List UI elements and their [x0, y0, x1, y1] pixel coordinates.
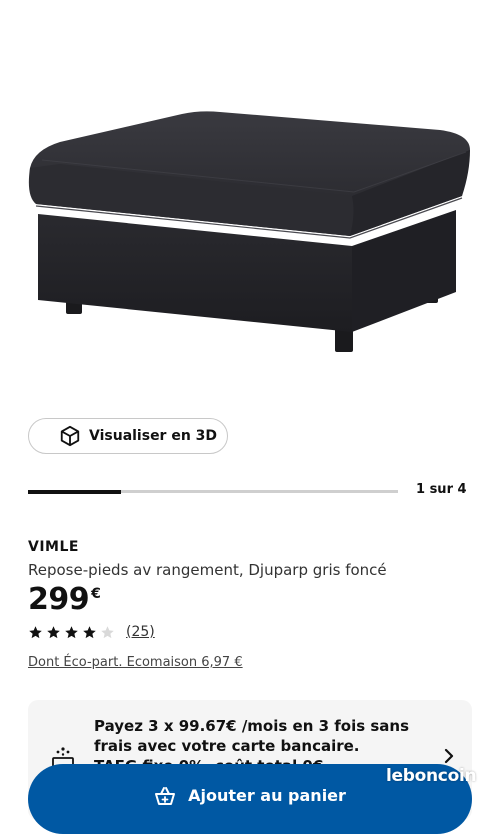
eco-fee-link[interactable]: Dont Éco-part. Ecomaison 6,97 €	[28, 655, 243, 670]
star-filled-icon	[83, 625, 96, 638]
installment-line-1: Payez 3 x 99.67€ /mois en 3 fois sans	[94, 717, 410, 735]
product-price: 299 €	[28, 582, 101, 617]
ottoman-illustration	[28, 111, 470, 352]
visualize-3d-label: Visualiser en 3D	[89, 428, 218, 444]
product-image[interactable]	[0, 0, 500, 400]
gallery-progress-fill	[28, 489, 121, 494]
rating-count-link[interactable]: (25)	[126, 624, 155, 640]
star-empty-icon	[101, 625, 114, 638]
price-amount: 299	[28, 582, 90, 617]
add-to-cart-label: Ajouter au panier	[188, 786, 346, 805]
gallery-progress-bar	[28, 489, 398, 494]
shopping-bag-icon	[155, 787, 176, 805]
star-filled-icon	[65, 625, 78, 638]
star-filled-icon	[29, 625, 42, 638]
star-filled-icon	[47, 625, 60, 638]
installment-line-2: frais avec votre carte bancaire.	[94, 737, 360, 755]
gallery-counter: 1 sur 4	[416, 482, 467, 497]
product-description: Repose-pieds av rangement, Djuparp gris …	[28, 561, 387, 579]
visualize-3d-button[interactable]: Visualiser en 3D	[28, 418, 228, 454]
price-currency: €	[91, 586, 101, 602]
product-rating[interactable]: (25)	[28, 624, 155, 640]
chevron-right-icon	[444, 748, 454, 764]
rating-stars	[28, 625, 118, 640]
cube-icon	[60, 425, 80, 447]
leboncoin-watermark: leboncoin	[386, 766, 477, 786]
product-brand: VIMLE	[28, 539, 79, 555]
